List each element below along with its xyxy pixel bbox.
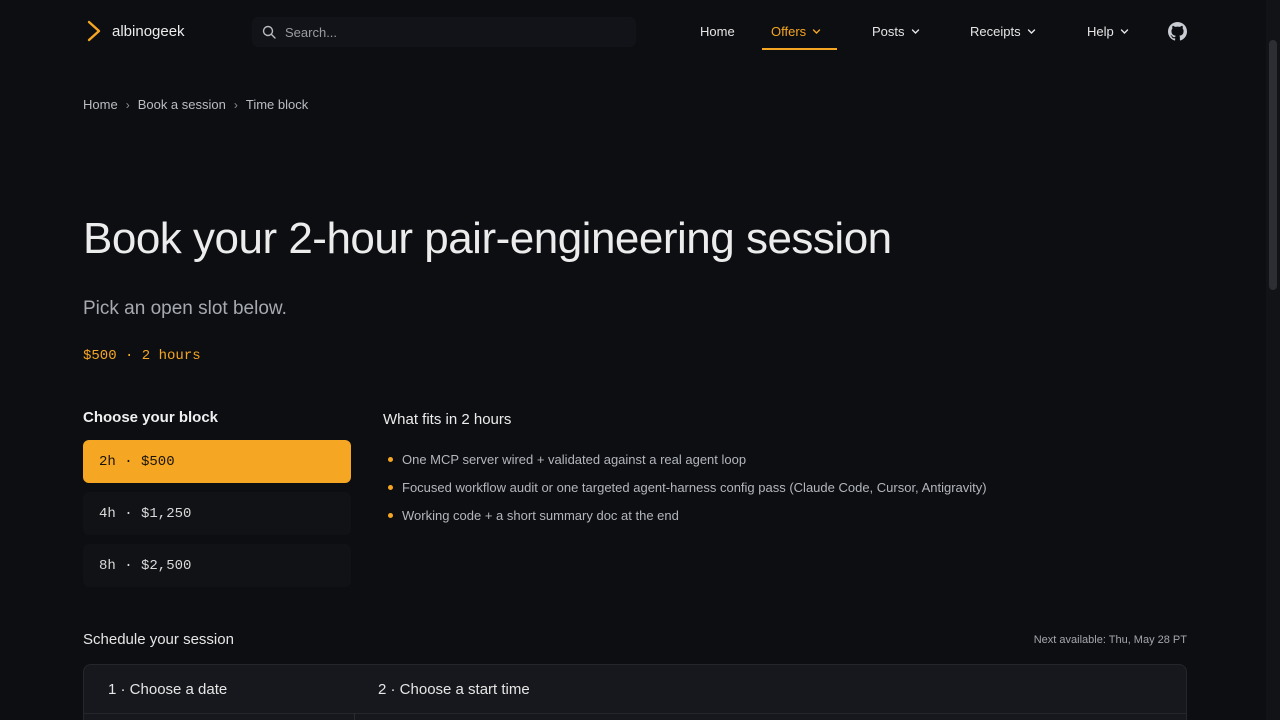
block-heading: Choose your block — [83, 409, 219, 426]
block-option-4h[interactable]: 4h · $1,250 — [83, 492, 351, 535]
chevron-down-icon — [812, 28, 821, 34]
search-input[interactable] — [285, 24, 605, 40]
nav-posts[interactable]: Posts — [872, 22, 920, 40]
chevron-down-icon — [1120, 28, 1128, 34]
page-title: Book your 2-hour pair-engineering sessio… — [83, 214, 892, 263]
nav-help[interactable]: Help — [1087, 22, 1129, 40]
nav-offers[interactable]: Offers — [771, 22, 821, 40]
chevron-down-icon — [911, 28, 919, 34]
github-icon[interactable] — [1168, 22, 1187, 41]
bullet-icon — [388, 484, 393, 490]
fits-item-text: Focused workflow audit or one targeted a… — [402, 479, 987, 495]
nav-receipts-label: Receipts — [970, 23, 1021, 39]
fits-item-text: Working code + a short summary doc at th… — [402, 507, 679, 523]
step-choose-time: 2 · Choose a start time — [378, 681, 530, 698]
fits-item-text: One MCP server wired + validated against… — [402, 451, 747, 467]
nav-home-label: Home — [700, 23, 735, 39]
breadcrumb-home[interactable]: Home — [83, 97, 118, 112]
search-icon — [262, 25, 276, 39]
schedule-panel: 1 · Choose a date 2 · Choose a start tim… — [83, 664, 1187, 720]
breadcrumb: Home › Book a session › Time block — [83, 97, 308, 112]
page-subtitle: Pick an open slot below. — [83, 298, 287, 319]
nav-receipts[interactable]: Receipts — [970, 22, 1036, 40]
nav-active-indicator — [762, 48, 837, 50]
schedule-heading: Schedule your session — [83, 631, 234, 648]
nav-offers-label: Offers — [771, 23, 807, 39]
bullet-icon — [388, 512, 393, 518]
scrollbar-thumb[interactable] — [1269, 40, 1277, 290]
chevron-right-logo-icon — [87, 20, 101, 42]
fits-list: One MCP server wired + validated against… — [388, 445, 987, 529]
divider — [354, 713, 355, 720]
price-tag: $500 · 2 hours — [83, 348, 201, 364]
nav-help-label: Help — [1087, 23, 1114, 39]
breadcrumb-time-block: Time block — [245, 97, 309, 112]
block-option-2h[interactable]: 2h · $500 — [83, 440, 351, 483]
list-item: One MCP server wired + validated against… — [388, 445, 987, 473]
block-option-8h[interactable]: 8h · $2,500 — [83, 544, 351, 587]
brand-logo[interactable]: albinogeek — [86, 20, 185, 42]
nav-posts-label: Posts — [872, 23, 905, 39]
divider — [84, 713, 1186, 714]
chevron-right-icon: › — [233, 97, 238, 112]
breadcrumb-book-session[interactable]: Book a session — [138, 97, 226, 112]
list-item: Working code + a short summary doc at th… — [388, 501, 987, 529]
next-available: Next available: Thu, May 28 PT — [1033, 634, 1187, 646]
search-box[interactable] — [252, 17, 636, 47]
top-nav: albinogeek Home Offers Posts Receipts He… — [0, 0, 1280, 62]
step-choose-date: 1 · Choose a date — [108, 681, 228, 698]
nav-home[interactable]: Home — [700, 22, 735, 40]
scrollbar[interactable] — [1266, 0, 1280, 720]
chevron-down-icon — [1027, 28, 1035, 34]
chevron-right-icon: › — [125, 97, 130, 112]
list-item: Focused workflow audit or one targeted a… — [388, 473, 987, 501]
fits-heading: What fits in 2 hours — [383, 411, 512, 428]
brand-name: albinogeek — [112, 22, 185, 40]
bullet-icon — [388, 456, 393, 462]
